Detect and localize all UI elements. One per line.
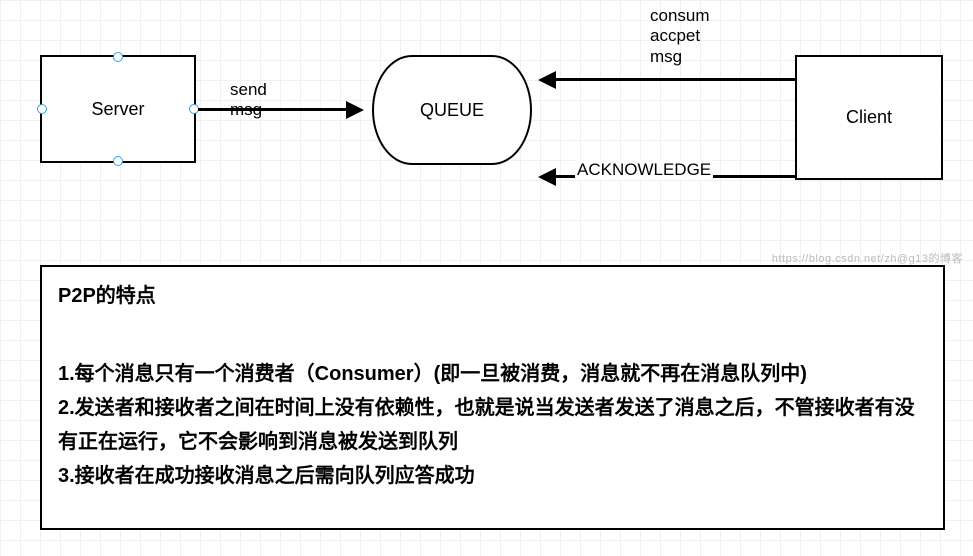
diagram-canvas: Server QUEUE Client send msg consum accp… [0,0,973,260]
arrow-consum-head [538,71,556,89]
server-label: Server [91,99,144,120]
description-box: P2P的特点 1.每个消息只有一个消费者（Consumer）(即一旦被消费，消息… [40,265,945,530]
client-label: Client [846,107,892,128]
queue-label: QUEUE [420,100,484,121]
arrow-ack-head [538,168,556,186]
description-item-1: 1.每个消息只有一个消费者（Consumer）(即一旦被消费，消息就不再在消息队… [58,357,927,391]
ack-label: ACKNOWLEDGE [575,160,713,180]
send-msg-line2: msg [230,100,267,120]
arrow-send-line [198,108,348,111]
watermark-text: https://blog.csdn.net/zh@g13的博客 [772,250,963,266]
resize-handle-left[interactable] [37,104,47,114]
arrow-consum-line [555,78,795,81]
arrow-send-head [346,101,364,119]
send-msg-label: send msg [230,80,267,121]
consum-line1: consum [650,6,710,26]
description-item-3: 3.接收者在成功接收消息之后需向队列应答成功 [58,459,927,493]
queue-node[interactable]: QUEUE [372,55,532,165]
server-node[interactable]: Server [40,55,196,163]
consum-line2: accpet [650,26,710,46]
resize-handle-top[interactable] [113,52,123,62]
resize-handle-bottom[interactable] [113,156,123,166]
send-msg-line1: send [230,80,267,100]
client-node[interactable]: Client [795,55,943,180]
description-title: P2P的特点 [58,279,927,313]
consum-label: consum accpet msg [650,6,710,67]
consum-line3: msg [650,47,710,67]
description-item-2: 2.发送者和接收者之间在时间上没有依赖性，也就是说当发送者发送了消息之后，不管接… [58,391,927,459]
